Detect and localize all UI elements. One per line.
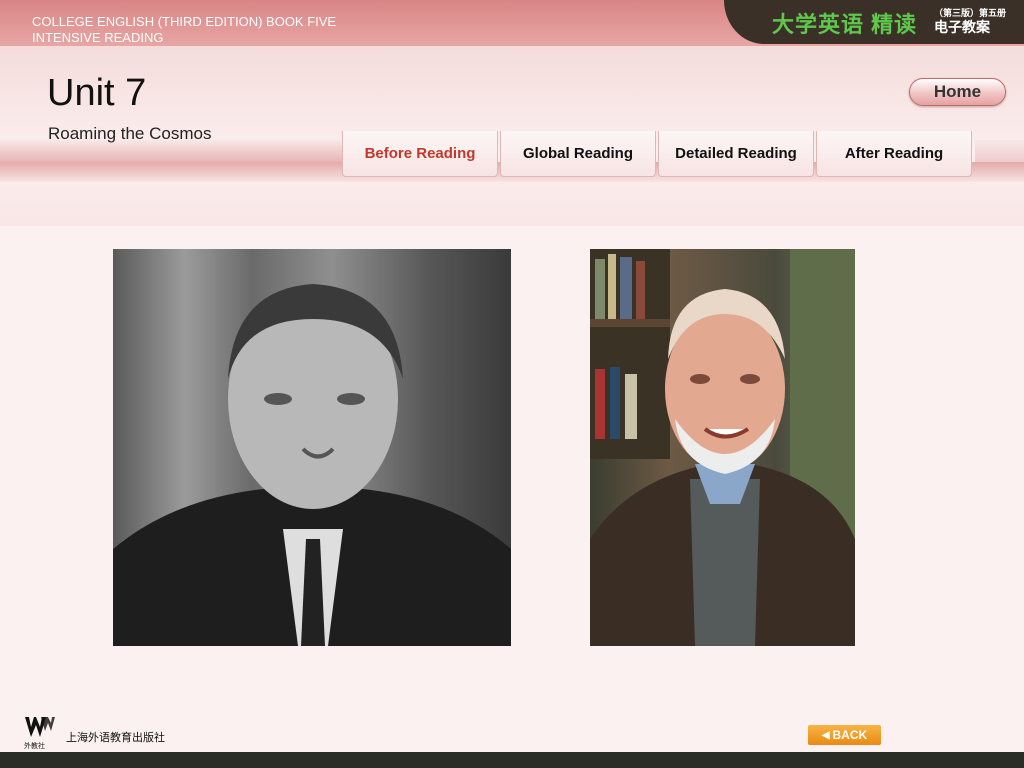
tab-after-reading[interactable]: After Reading bbox=[816, 131, 972, 177]
portrait-photo-left bbox=[113, 249, 511, 646]
logo-edition: （第三版）第五册 bbox=[934, 8, 1007, 18]
portrait-right-drawing bbox=[590, 249, 855, 646]
course-logo: 大学英语 精读 bbox=[772, 12, 918, 37]
section-tabs: Before Reading Global Reading Detailed R… bbox=[342, 131, 974, 177]
logo-courseware: 电子教案 bbox=[934, 19, 990, 35]
tab-global-reading[interactable]: Global Reading bbox=[500, 131, 656, 177]
series-title-line2: INTENSIVE READING bbox=[32, 30, 164, 45]
back-label: BACK bbox=[832, 728, 868, 742]
home-button[interactable]: Home bbox=[909, 78, 1006, 106]
back-button[interactable]: ◀ BACK bbox=[808, 725, 881, 745]
footer-bar bbox=[0, 752, 1024, 768]
unit-subtitle: Roaming the Cosmos bbox=[48, 124, 212, 143]
tab-detailed-reading[interactable]: Detailed Reading bbox=[658, 131, 814, 177]
publisher-name: 上海外语教育出版社 bbox=[66, 732, 165, 744]
course-logo-subtitle: （第三版）第五册 电子教案 bbox=[934, 8, 1014, 35]
portrait-left-drawing bbox=[113, 284, 511, 646]
unit-title: Unit 7 bbox=[47, 72, 147, 114]
portrait-photo-right bbox=[590, 249, 855, 646]
tab-before-reading[interactable]: Before Reading bbox=[342, 131, 498, 177]
publisher-logo-icon: 外教社 bbox=[24, 717, 55, 749]
series-title-line1: COLLEGE ENGLISH (THIRD EDITION) BOOK FIV… bbox=[32, 14, 337, 29]
series-title: COLLEGE ENGLISH (THIRD EDITION) BOOK FIV… bbox=[32, 14, 336, 46]
publisher-short-name: 外教社 bbox=[24, 741, 45, 749]
left-arrow-icon: ◀ bbox=[821, 729, 830, 741]
